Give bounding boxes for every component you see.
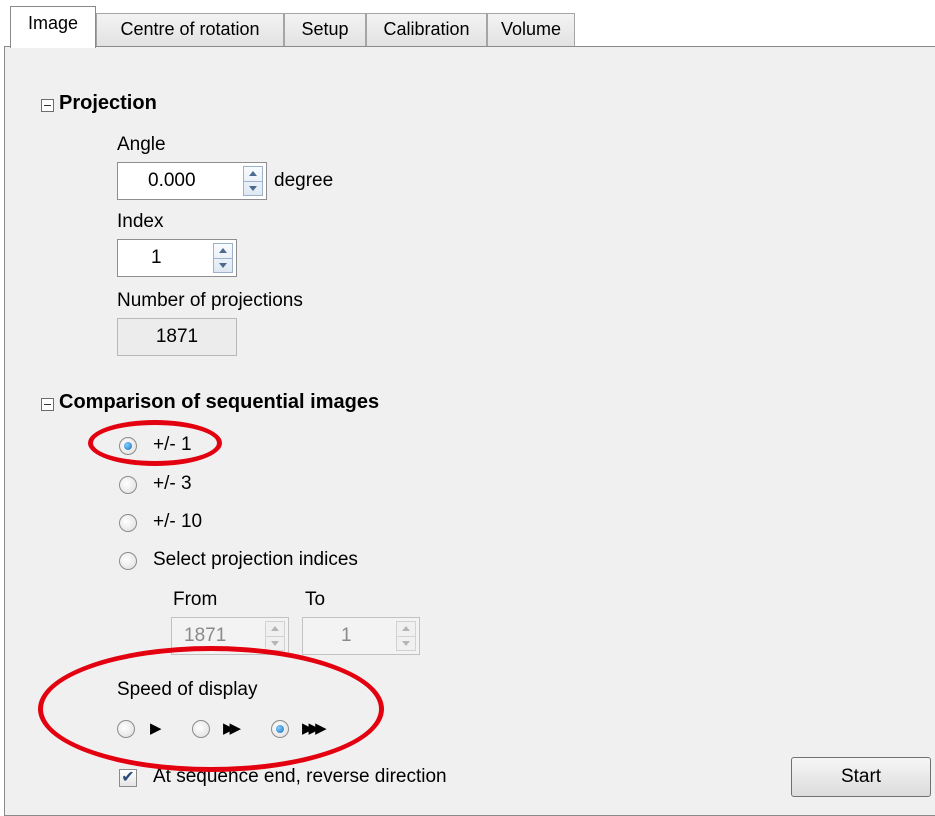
group-title-projection: Projection (59, 92, 157, 114)
radio-speed-slow[interactable] (117, 720, 135, 738)
tab-image[interactable]: Image (10, 6, 96, 48)
num-projections-label: Number of projections (117, 290, 303, 311)
tab-volume[interactable]: Volume (487, 13, 575, 46)
play-medium-icon: ▶▶ (223, 720, 241, 737)
play-fast-icon: ▶▶▶ (302, 720, 327, 737)
to-label: To (305, 589, 326, 610)
radio-plusminus-10[interactable] (119, 514, 137, 532)
to-value: 1 (341, 625, 352, 646)
reverse-direction-label: At sequence end, reverse direction (153, 766, 447, 787)
group-title-comparison: Comparison of sequential images (59, 391, 380, 413)
radio-label-select-indices: Select projection indices (153, 549, 358, 570)
spin-down-icon (402, 641, 410, 646)
spin-up-icon (271, 626, 279, 631)
angle-spin-buttons[interactable] (243, 166, 263, 196)
radio-select-indices[interactable] (119, 552, 137, 570)
index-spinner[interactable]: 1 (117, 239, 237, 277)
spin-up-icon (249, 171, 257, 176)
tab-centre-of-rotation[interactable]: Centre of rotation (96, 13, 284, 46)
from-label: From (173, 589, 218, 610)
speed-label: Speed of display (117, 679, 258, 700)
from-value: 1871 (184, 625, 227, 646)
to-spinner[interactable]: 1 (302, 617, 420, 655)
spin-down-icon (271, 641, 279, 646)
radio-label-plusminus-3: +/- 3 (153, 473, 192, 494)
tab-panel-image: Projection Angle 0.000 degree Index 1 Nu… (4, 46, 935, 816)
radio-speed-medium[interactable] (192, 720, 210, 738)
reverse-direction-checkbox[interactable]: ✔ (119, 769, 137, 787)
spin-down-icon (219, 263, 227, 268)
radio-speed-fast[interactable] (271, 720, 289, 738)
play-slow-icon: ▶ (150, 720, 161, 737)
to-spin-buttons[interactable] (396, 621, 416, 651)
tab-strip: Image Centre of rotation Setup Calibrati… (0, 0, 935, 48)
angle-label: Angle (117, 134, 166, 155)
radio-label-plusminus-10: +/- 10 (153, 511, 203, 532)
from-spin-buttons[interactable] (265, 621, 285, 651)
radio-plusminus-3[interactable] (119, 476, 137, 494)
tab-calibration[interactable]: Calibration (366, 13, 487, 46)
angle-spinner[interactable]: 0.000 (117, 162, 267, 200)
start-button[interactable]: Start (791, 757, 931, 797)
spin-up-icon (219, 248, 227, 253)
collapse-comparison-icon[interactable] (41, 398, 54, 411)
radio-label-plusminus-1: +/- 1 (153, 434, 192, 455)
index-spin-buttons[interactable] (213, 243, 233, 273)
tab-setup[interactable]: Setup (284, 13, 366, 46)
spin-up-icon (402, 626, 410, 631)
from-spinner[interactable]: 1871 (171, 617, 289, 655)
angle-value: 0.000 (148, 170, 196, 191)
index-value: 1 (151, 247, 162, 268)
num-projections-field: 1871 (117, 318, 237, 356)
index-label: Index (117, 211, 164, 232)
collapse-projection-icon[interactable] (41, 99, 54, 112)
angle-unit: degree (274, 170, 334, 191)
spin-down-icon (249, 186, 257, 191)
radio-plusminus-1[interactable] (119, 437, 137, 455)
